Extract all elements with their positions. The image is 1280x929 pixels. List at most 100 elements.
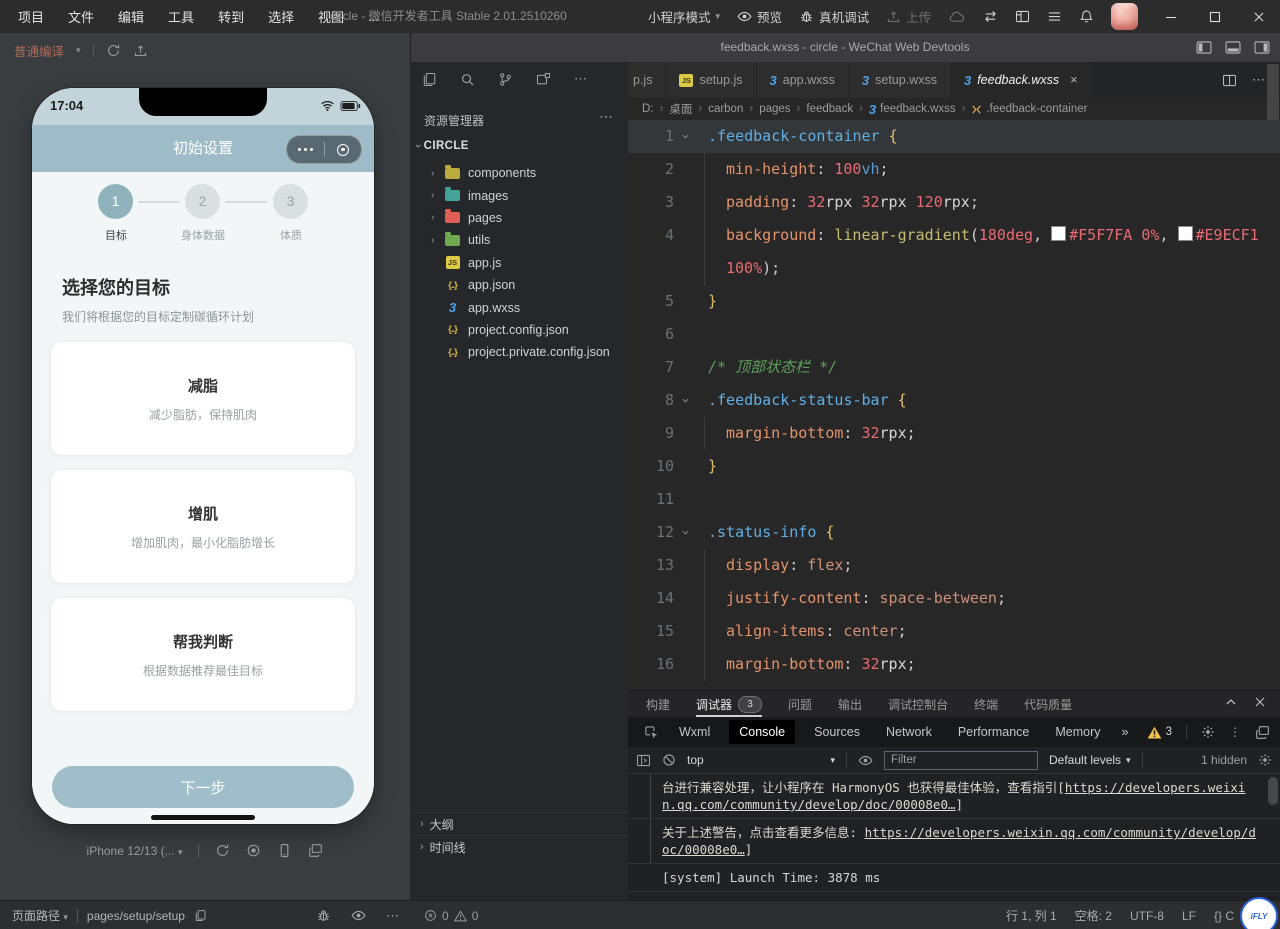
- split-window-icon[interactable]: [536, 71, 551, 87]
- minimize-button[interactable]: [1156, 4, 1186, 30]
- upload-button[interactable]: 上传: [886, 7, 931, 26]
- timeline-section[interactable]: ›时间线: [410, 835, 628, 858]
- menu-item-项目[interactable]: 项目: [6, 7, 56, 26]
- devtools-tab-Performance[interactable]: Performance: [958, 725, 1030, 739]
- code-line-15[interactable]: 15align-items: center;: [628, 615, 1280, 648]
- close-tab-icon[interactable]: ×: [1070, 73, 1077, 87]
- tree-item-project.config.json[interactable]: {..}project.config.json: [410, 319, 628, 341]
- fold-icon[interactable]: ›: [674, 384, 696, 417]
- bell-icon[interactable]: [1079, 9, 1094, 24]
- tree-item-utils[interactable]: ›utils: [410, 229, 628, 251]
- panel-tab-构建[interactable]: 构建: [646, 691, 670, 717]
- toggle-right-panel-icon[interactable]: [1254, 41, 1270, 54]
- close-icon[interactable]: [1254, 696, 1266, 708]
- tree-item-app.wxss[interactable]: 3app.wxss: [410, 296, 628, 318]
- panel-tab-代码质量[interactable]: 代码质量: [1024, 691, 1072, 717]
- context-selector[interactable]: top▾: [687, 753, 835, 767]
- kebab-menu-icon[interactable]: ⋮: [1229, 725, 1241, 739]
- exit-button[interactable]: [325, 144, 362, 156]
- breadcrumb-item[interactable]: 桌面: [669, 101, 692, 117]
- code-line-5[interactable]: 5}: [628, 285, 1280, 318]
- code-line-10[interactable]: 10}: [628, 450, 1280, 483]
- hamburger-menu-icon[interactable]: [1047, 9, 1062, 24]
- breadcrumb-item[interactable]: 3feedback.wxss: [869, 102, 956, 117]
- code-line-12[interactable]: 12›.status-info {: [628, 516, 1280, 549]
- inspect-element-icon[interactable]: [636, 725, 666, 740]
- tree-item-app.json[interactable]: {..}app.json: [410, 274, 628, 296]
- tree-item-app.js[interactable]: JSapp.js: [410, 252, 628, 274]
- record-icon[interactable]: [246, 843, 261, 858]
- outline-section[interactable]: ›大纲: [410, 812, 628, 835]
- code-line-2[interactable]: 2min-height: 100vh;: [628, 153, 1280, 186]
- log-levels-dropdown[interactable]: Default levels▾: [1049, 753, 1131, 767]
- editor-tab-app.wxss[interactable]: 3app.wxss: [757, 62, 849, 98]
- code-line-16[interactable]: 16margin-bottom: 32rpx;: [628, 648, 1280, 681]
- close-button[interactable]: [1244, 4, 1274, 30]
- tree-item-project.private.config.json[interactable]: {..}project.private.config.json: [410, 341, 628, 363]
- maximize-button[interactable]: [1200, 4, 1230, 30]
- devtools-tab-Memory[interactable]: Memory: [1055, 725, 1100, 739]
- code-line-wrap[interactable]: 100%);: [628, 252, 1280, 285]
- console-sidebar-icon[interactable]: [636, 753, 651, 768]
- devtools-tab-Wxml[interactable]: Wxml: [679, 725, 710, 739]
- fold-icon[interactable]: ›: [674, 516, 696, 549]
- swap-icon[interactable]: [983, 9, 998, 24]
- goal-card-帮我判断[interactable]: 帮我判断根据数据推荐最佳目标: [50, 597, 356, 712]
- more-menu-button[interactable]: [287, 148, 324, 152]
- breadcrumb-item[interactable]: feedback: [806, 103, 853, 115]
- layout-icon[interactable]: [1015, 9, 1030, 24]
- cloud-icon[interactable]: [948, 10, 966, 23]
- code-line-13[interactable]: 13display: flex;: [628, 549, 1280, 582]
- search-icon[interactable]: [460, 71, 475, 87]
- menu-item-文件[interactable]: 文件: [56, 7, 106, 26]
- avatar[interactable]: [1111, 3, 1138, 30]
- tree-item-images[interactable]: ›images: [410, 184, 628, 206]
- toggle-bottom-panel-icon[interactable]: [1225, 41, 1241, 54]
- code-line-7[interactable]: 7/* 顶部状态栏 */: [628, 351, 1280, 384]
- phone-frame-icon[interactable]: [277, 843, 292, 858]
- console-row[interactable]: 关于上述警告，点击查看更多信息: https://developers.weix…: [628, 818, 1280, 863]
- code-line-11[interactable]: 11: [628, 483, 1280, 516]
- preview-button[interactable]: 预览: [737, 7, 782, 26]
- files-icon[interactable]: [422, 71, 437, 87]
- cursor-position[interactable]: 行 1, 列 1: [1006, 907, 1057, 924]
- console-row[interactable]: 台进行兼容处理，让小程序在 HarmonyOS 也获得最佳体验，查看指引[htt…: [628, 773, 1280, 818]
- breadcrumb-item[interactable]: pages: [759, 103, 790, 115]
- code-line-3[interactable]: 3padding: 32rpx 32rpx 120rpx;: [628, 186, 1280, 219]
- multi-window-icon[interactable]: [308, 843, 323, 858]
- goal-card-减脂[interactable]: 减脂减少脂肪，保持肌肉: [50, 341, 356, 456]
- vconsole-bug-icon[interactable]: [316, 908, 331, 923]
- panel-tab-终端[interactable]: 终端: [974, 691, 998, 717]
- devtools-tab-Network[interactable]: Network: [886, 725, 932, 739]
- more-icon[interactable]: ⋯: [386, 908, 401, 924]
- recompile-icon[interactable]: [106, 43, 121, 58]
- clear-console-icon[interactable]: [662, 753, 676, 767]
- live-expression-icon[interactable]: [858, 753, 873, 768]
- console-log-area[interactable]: 台进行兼容处理，让小程序在 HarmonyOS 也获得最佳体验，查看指引[htt…: [628, 773, 1280, 901]
- devtools-tab-Sources[interactable]: Sources: [814, 725, 860, 739]
- split-editor-icon[interactable]: [1222, 73, 1237, 88]
- editor-scrollbar[interactable]: [1267, 64, 1279, 120]
- git-branch-icon[interactable]: [498, 71, 513, 87]
- clear-cache-icon[interactable]: [133, 43, 148, 58]
- code-line-9[interactable]: 9margin-bottom: 32rpx;: [628, 417, 1280, 450]
- overflow-tabs-icon[interactable]: »: [1122, 725, 1129, 739]
- panel-tab-调试器[interactable]: 调试器3: [696, 691, 762, 717]
- fold-icon[interactable]: ›: [674, 120, 696, 153]
- refresh-icon[interactable]: [215, 843, 230, 858]
- language-mode[interactable]: {} C: [1214, 909, 1234, 923]
- ifly-input-badge[interactable]: iFLY: [1240, 897, 1278, 929]
- menu-item-选择[interactable]: 选择: [256, 7, 306, 26]
- toggle-left-panel-icon[interactable]: [1196, 41, 1212, 54]
- device-selector[interactable]: iPhone 12/13 (... ▾: [87, 844, 183, 858]
- code-line-4[interactable]: 4background: linear-gradient(180deg, #F5…: [628, 219, 1280, 252]
- editor-tab-setup.js[interactable]: JSsetup.js: [666, 62, 756, 98]
- panel-tab-调试控制台[interactable]: 调试控制台: [888, 691, 948, 717]
- problems-summary[interactable]: 0 0: [424, 901, 478, 929]
- panel-tab-输出[interactable]: 输出: [838, 691, 862, 717]
- filter-input[interactable]: [884, 751, 1038, 770]
- code-line-6[interactable]: 6: [628, 318, 1280, 351]
- code-line-14[interactable]: 14justify-content: space-between;: [628, 582, 1280, 615]
- page-path-dropdown[interactable]: 页面路径 ▾: [12, 907, 68, 924]
- copy-path-icon[interactable]: [194, 909, 207, 922]
